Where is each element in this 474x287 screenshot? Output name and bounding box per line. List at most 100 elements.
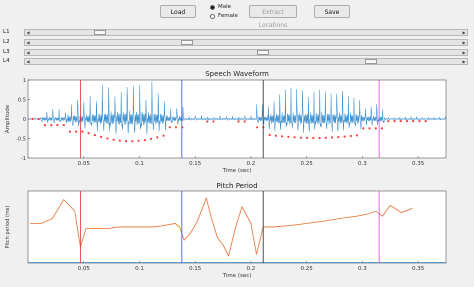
waveform-xtick-label: 0.25	[301, 161, 314, 167]
slider-label: L2	[3, 39, 10, 45]
waveform-xtick-label: 0.1	[135, 161, 144, 167]
pitch-mark-point	[418, 120, 421, 123]
slider-track[interactable]: ◀ ▶	[24, 49, 468, 56]
radio-male-indicator[interactable]	[210, 4, 215, 10]
pitch-mark-point	[256, 126, 259, 129]
waveform-xtick-label: 0.35	[412, 161, 425, 167]
waveform-xlabel: Time (sec)	[222, 168, 252, 174]
load-button[interactable]: Load	[160, 5, 196, 18]
slider-track[interactable]: ◀ ▶	[24, 58, 468, 65]
slider-left-arrow-icon[interactable]: ◀	[25, 40, 31, 45]
pitch-mark-point	[100, 135, 103, 138]
waveform-xtick-label: 0.15	[189, 161, 202, 167]
pitch-axes	[27, 190, 447, 264]
waveform-ytick-label: 0.5	[18, 98, 26, 104]
waveform-xtick-label: 0.3	[358, 161, 367, 167]
pitch-mark-point	[312, 136, 315, 140]
slider-left-arrow-icon[interactable]: ◀	[25, 59, 31, 64]
slider-thumb[interactable]	[256, 50, 269, 55]
pitch-plot: 0.05 0.1 0.15 0.2 0.25 0.3 0.35 Time (sec) Pitch…	[5, 190, 447, 279]
pitch-mark-point	[56, 124, 59, 127]
pitch-mark-point	[156, 136, 159, 139]
radio-female-label: Female	[218, 13, 238, 19]
slider-right-arrow-icon[interactable]: ▶	[461, 40, 467, 45]
pitch-mark-point	[206, 120, 209, 123]
waveform-ytick-label: 1	[23, 78, 26, 84]
pitch-mark-point	[331, 136, 334, 139]
gender-radio-female[interactable]: Female	[210, 12, 238, 20]
radio-female-indicator[interactable]	[210, 13, 215, 19]
pitch-mark-point	[125, 140, 128, 143]
pitch-mark-point	[43, 124, 47, 127]
pitch-mark-point	[281, 135, 284, 138]
pitch-mark-point	[137, 139, 140, 142]
slider-track[interactable]: ◀ ▶	[24, 29, 468, 36]
pitch-mark-point	[349, 134, 352, 138]
pitch-mark-point	[112, 138, 115, 141]
pitch-mark-point	[274, 134, 277, 137]
pitch-mark-point	[37, 117, 40, 121]
slider-thumb[interactable]	[93, 30, 106, 35]
pitch-xtick-label: 0.15	[189, 266, 202, 272]
pitch-mark-point	[387, 120, 390, 123]
pitch-mark-point	[306, 136, 309, 139]
pitch-mark-point	[243, 120, 246, 123]
slider-thumb[interactable]	[181, 40, 194, 45]
pitch-xtick-label: 0.05	[78, 266, 91, 272]
pitch-mark-point	[380, 127, 384, 130]
waveform-ytick-label: -1	[21, 156, 26, 162]
pitch-mark-point	[106, 137, 109, 140]
waveform-ytick-label: 0	[23, 117, 26, 123]
radio-male-label: Male	[218, 4, 232, 10]
pitch-mark-point	[93, 134, 96, 137]
slider-label: L3	[3, 49, 10, 55]
pitch-mark-point	[424, 120, 427, 123]
slider-right-arrow-icon[interactable]: ▶	[461, 30, 467, 35]
waveform-ytick-label: -0.5	[16, 137, 26, 143]
pitch-ylabel: Pitch period (ms)	[5, 206, 11, 249]
pitch-mark-point	[324, 136, 327, 139]
gender-radio-male[interactable]: Male	[210, 3, 231, 11]
slider-l2[interactable]: L2 ◀ ▶	[0, 37, 474, 47]
pitch-mark-point	[293, 136, 296, 139]
pitch-xtick-label: 0.3	[358, 266, 367, 272]
extract-locations-button[interactable]: Extract Locations	[249, 5, 297, 29]
save-button[interactable]: Save	[314, 5, 350, 18]
pitch-mark-point	[399, 120, 402, 123]
pitch-xlabel: Time (sec)	[222, 273, 252, 279]
pitch-mark-point	[393, 120, 396, 123]
pitch-mark-point	[162, 134, 165, 137]
pitch-mark-point	[287, 135, 290, 138]
pitch-xtick-label: 0.35	[412, 266, 425, 272]
slider-label: L1	[3, 29, 10, 35]
slider-l1[interactable]: L1 ◀ ▶	[0, 27, 474, 37]
slider-right-arrow-icon[interactable]: ▶	[461, 50, 467, 55]
slider-left-arrow-icon[interactable]: ◀	[25, 30, 31, 35]
slider-left-arrow-icon[interactable]: ◀	[25, 50, 31, 55]
pitch-mark-point	[75, 130, 78, 133]
pitch-mark-point	[50, 124, 53, 127]
slider-label: L4	[3, 58, 10, 64]
pitch-mark-point	[81, 130, 84, 133]
waveform-plot: 1 0.5 0 -0.5 -1 0.05 0.1 0.15 0.2 0.25 0.3 0.35 Time…	[5, 78, 447, 174]
pitch-mark-point	[212, 120, 215, 123]
pitch-mark-point	[174, 126, 178, 129]
slider-track[interactable]: ◀ ▶	[24, 39, 468, 46]
pitch-xtick-label: 0.1	[135, 266, 144, 272]
pitch-mark-point	[143, 139, 146, 142]
pitch-xtick-label: 0.25	[301, 266, 314, 272]
waveform-xtick-label: 0.05	[78, 161, 91, 167]
pitch-mark-point	[237, 120, 240, 123]
slider-thumb[interactable]	[365, 59, 378, 64]
pitch-mark-point	[118, 139, 121, 142]
pitch-mark-point	[168, 126, 171, 129]
pitch-mark-point	[31, 117, 34, 121]
slider-l4[interactable]: L4 ◀ ▶	[0, 56, 474, 66]
slider-right-arrow-icon[interactable]: ▶	[461, 59, 467, 64]
pitch-mark-point	[405, 120, 409, 123]
pitch-mark-point	[68, 130, 71, 133]
pitch-mark-point	[62, 124, 65, 127]
pitch-mark-point	[131, 140, 134, 143]
pitch-mark-point	[318, 136, 321, 140]
pitch-mark-point	[355, 134, 359, 137]
